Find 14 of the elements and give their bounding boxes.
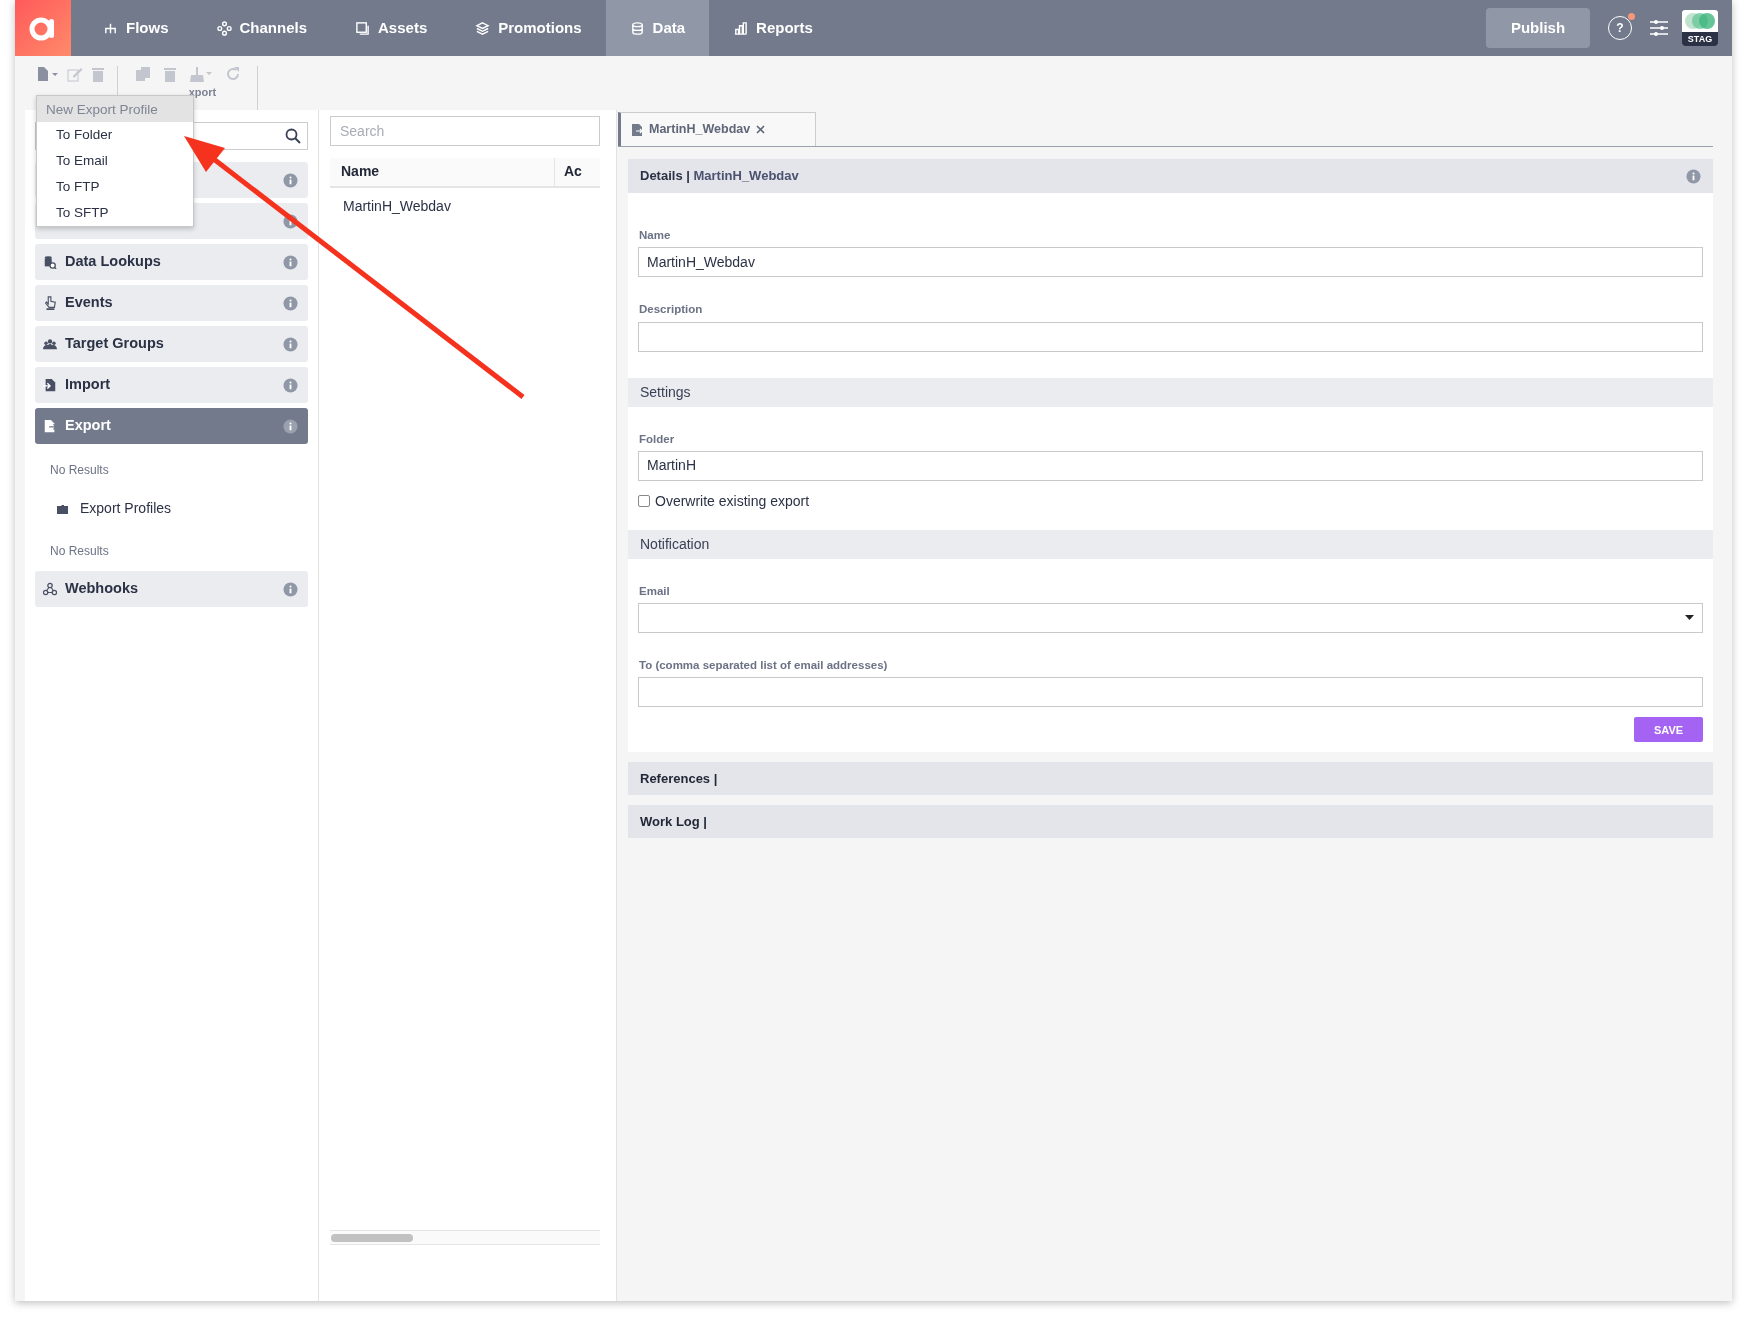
field-label: Description [639,302,704,318]
empty-message: No Results [49,543,110,560]
panel-title: Details | MartinH_Webdav [640,167,799,186]
menu-header: New Export Profile [37,96,193,122]
section-header: Notification [628,529,1713,559]
column-header: Name [330,158,555,186]
field-label: To (comma separated list of email addresses) [639,658,889,673]
section-header: Settings [628,377,1713,407]
field-label: Folder [639,431,676,447]
column-header: Ac [563,162,582,181]
field-label: Name [639,228,672,243]
checkbox-label: Overwrite existing export [655,491,810,511]
empty-message: No Results [49,462,110,479]
field-label: Email [639,583,671,599]
